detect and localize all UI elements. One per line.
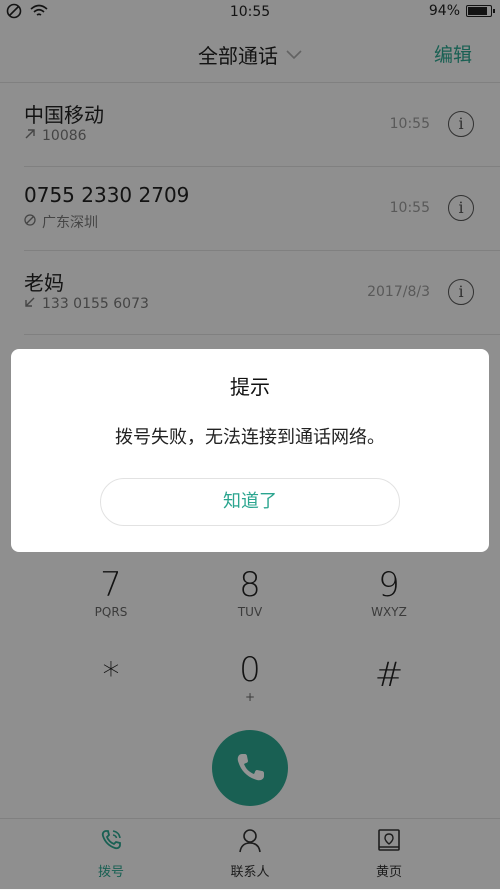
alert-dialog: 提示 拨号失败，无法连接到通话网络。 知道了 [11,349,489,552]
ok-button[interactable]: 知道了 [100,478,400,526]
dialog-message: 拨号失败，无法连接到通话网络。 [115,427,385,448]
dialog-title: 提示 [230,375,270,399]
